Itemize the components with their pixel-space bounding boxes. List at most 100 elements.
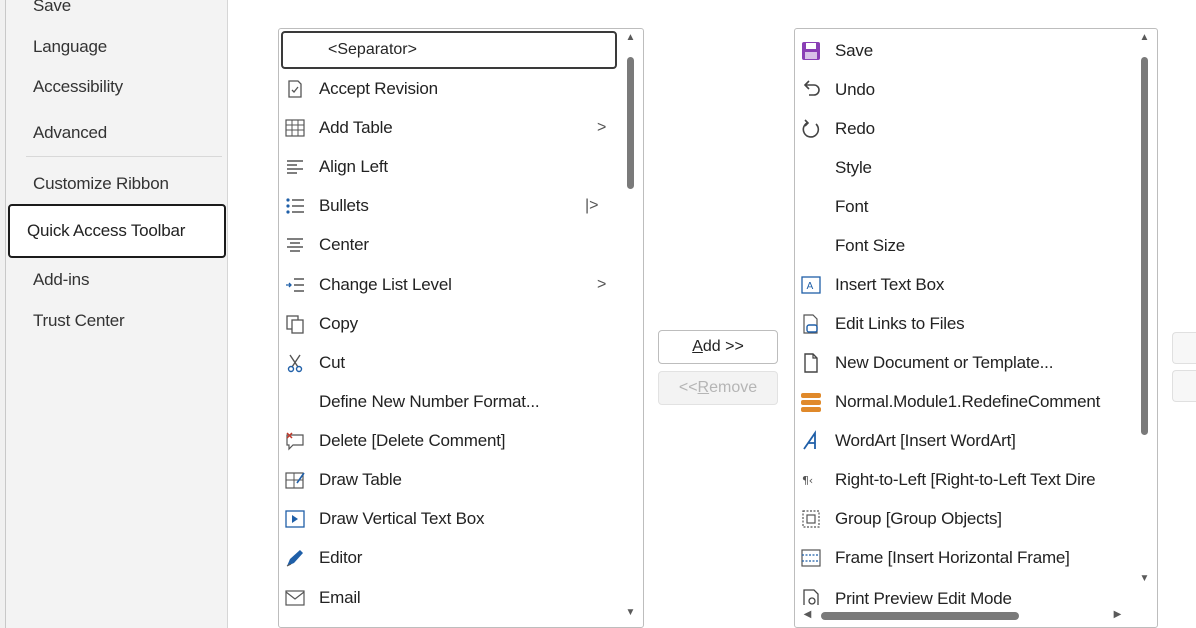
draw-table-icon (284, 469, 306, 491)
add-button[interactable]: Add >> (658, 330, 778, 364)
remove-button[interactable]: << Remove (658, 371, 778, 405)
new-document-icon (800, 352, 822, 374)
group-icon (800, 508, 822, 530)
toolbar-label: WordArt [Insert WordArt] (835, 431, 1016, 450)
rtl-icon: ¶‹ (800, 469, 822, 491)
submenu-chevron-icon: > (597, 276, 607, 293)
command-item[interactable]: Add Table (279, 109, 393, 147)
scissors-icon (284, 352, 306, 374)
blank-icon (284, 391, 306, 413)
frame-icon (800, 547, 822, 569)
toolbar-item[interactable]: ¶‹ Right-to-Left [Right-to-Left Text Dir… (795, 461, 1096, 499)
toolbar-item[interactable]: Font Size (795, 227, 905, 265)
command-item[interactable]: Accept Revision (279, 70, 438, 108)
blank-icon (800, 196, 822, 218)
add-label: dd >> (702, 338, 744, 355)
separator-item[interactable]: <Separator> (281, 31, 617, 69)
scroll-left-arrow-icon[interactable]: ◀ (799, 609, 816, 620)
commands-list[interactable]: <Separator> Accept Revision Add Table > … (278, 28, 644, 628)
toolbar-label: Style (835, 158, 872, 177)
scroll-up-arrow-icon[interactable]: ▲ (1136, 32, 1153, 43)
toolbar-item[interactable]: New Document or Template... (795, 344, 1053, 382)
toolbar-label: Group [Group Objects] (835, 509, 1002, 528)
remove-prefix: << (678, 379, 698, 396)
command-item[interactable]: Bullets (279, 187, 369, 225)
command-label: Align Left (319, 157, 388, 176)
toolbar-item[interactable]: Undo (795, 71, 875, 109)
toolbar-label: Right-to-Left [Right-to-Left Text Dire (835, 470, 1096, 489)
submenu-chevron-icon: > (597, 119, 607, 136)
command-item[interactable]: Cut (279, 344, 345, 382)
svg-text:¶‹: ¶‹ (802, 474, 813, 487)
toolbar-item[interactable]: Frame [Insert Horizontal Frame] (795, 539, 1070, 577)
scroll-down-arrow-icon[interactable]: ▼ (1136, 573, 1153, 584)
save-icon (800, 40, 822, 62)
nav-item-add-ins[interactable]: Add-ins (33, 270, 89, 290)
command-item[interactable]: Define New Number Format... (279, 383, 540, 421)
toolbar-label: Normal.Module1.RedefineComment (835, 392, 1101, 411)
textbox-icon: A (800, 274, 822, 296)
move-up-button[interactable] (1172, 332, 1196, 364)
toolbar-label: Save (835, 41, 873, 60)
command-label: Center (319, 235, 369, 254)
toolbar-hscrollbar[interactable]: ◀ ▶ (795, 605, 1137, 625)
command-item[interactable]: Email (279, 579, 361, 617)
command-label: Bullets (319, 196, 369, 215)
toolbar-vscrollbar[interactable]: ▲ ▼ (1136, 29, 1153, 591)
command-item[interactable]: Delete [Delete Comment] (279, 422, 505, 460)
bullets-icon (284, 195, 306, 217)
command-label: Cut (319, 353, 345, 372)
toolbar-item[interactable]: Style (795, 149, 872, 187)
remove-label: emove (709, 379, 758, 396)
align-left-icon (284, 156, 306, 178)
nav-item-customize-ribbon[interactable]: Customize Ribbon (33, 174, 169, 194)
command-label: Add Table (319, 118, 393, 137)
nav-item-advanced[interactable]: Advanced (33, 123, 107, 143)
toolbar-label: Edit Links to Files (835, 314, 965, 333)
command-item[interactable]: Copy (279, 305, 358, 343)
scroll-thumb[interactable] (627, 57, 634, 189)
toolbar-label: Insert Text Box (835, 275, 945, 294)
vertical-textbox-icon (284, 508, 306, 530)
edit-links-icon (800, 313, 822, 335)
toolbar-item[interactable]: Font (795, 188, 868, 226)
scroll-down-arrow-icon[interactable]: ▼ (622, 607, 639, 618)
blank-icon (800, 235, 822, 257)
toolbar-item[interactable]: Save (795, 32, 873, 70)
scroll-thumb[interactable] (821, 612, 1019, 620)
nav-item-save[interactable]: Save (33, 0, 71, 16)
nav-item-quick-access-toolbar[interactable]: Quick Access Toolbar (8, 204, 226, 258)
undo-icon (800, 79, 822, 101)
command-item[interactable]: Draw Table (279, 461, 402, 499)
toolbar-item[interactable]: Edit Links to Files (795, 305, 965, 343)
nav-item-language[interactable]: Language (33, 37, 107, 57)
macro-icon (800, 391, 822, 413)
command-item[interactable]: Change List Level (279, 266, 452, 304)
toolbar-item[interactable]: Normal.Module1.RedefineComment (795, 383, 1100, 421)
options-nav: Save Language Accessibility Advanced Cus… (6, 0, 228, 628)
nav-item-trust-center[interactable]: Trust Center (33, 311, 125, 331)
commands-scrollbar[interactable]: ▲ ▼ (622, 29, 639, 627)
command-item[interactable]: Align Left (279, 148, 388, 186)
toolbar-item[interactable]: WordArt [Insert WordArt] (795, 422, 1016, 460)
submenu-split-chevron-icon: |> (585, 197, 599, 214)
toolbar-item[interactable]: Redo (795, 110, 875, 148)
command-item[interactable]: Center (279, 226, 369, 264)
command-item[interactable]: Editor (279, 539, 362, 577)
toolbar-item[interactable]: Group [Group Objects] (795, 500, 1002, 538)
scroll-up-arrow-icon[interactable]: ▲ (622, 32, 639, 43)
command-label: Email (319, 588, 361, 607)
redo-icon (800, 118, 822, 140)
nav-item-label: Quick Access Toolbar (27, 221, 186, 240)
command-label: Accept Revision (319, 79, 438, 98)
command-label: Editor (319, 548, 363, 567)
command-item[interactable]: Draw Vertical Text Box (279, 500, 485, 538)
move-down-button[interactable] (1172, 370, 1196, 402)
toolbar-label: Font (835, 197, 869, 216)
scroll-right-arrow-icon[interactable]: ▶ (1109, 609, 1126, 620)
nav-item-accessibility[interactable]: Accessibility (33, 77, 123, 97)
toolbar-item[interactable]: A Insert Text Box (795, 266, 944, 304)
toolbar-list[interactable]: Save Undo Redo Style Font Font Size A In… (794, 28, 1158, 628)
nav-divider (26, 156, 222, 157)
scroll-thumb[interactable] (1141, 57, 1148, 435)
